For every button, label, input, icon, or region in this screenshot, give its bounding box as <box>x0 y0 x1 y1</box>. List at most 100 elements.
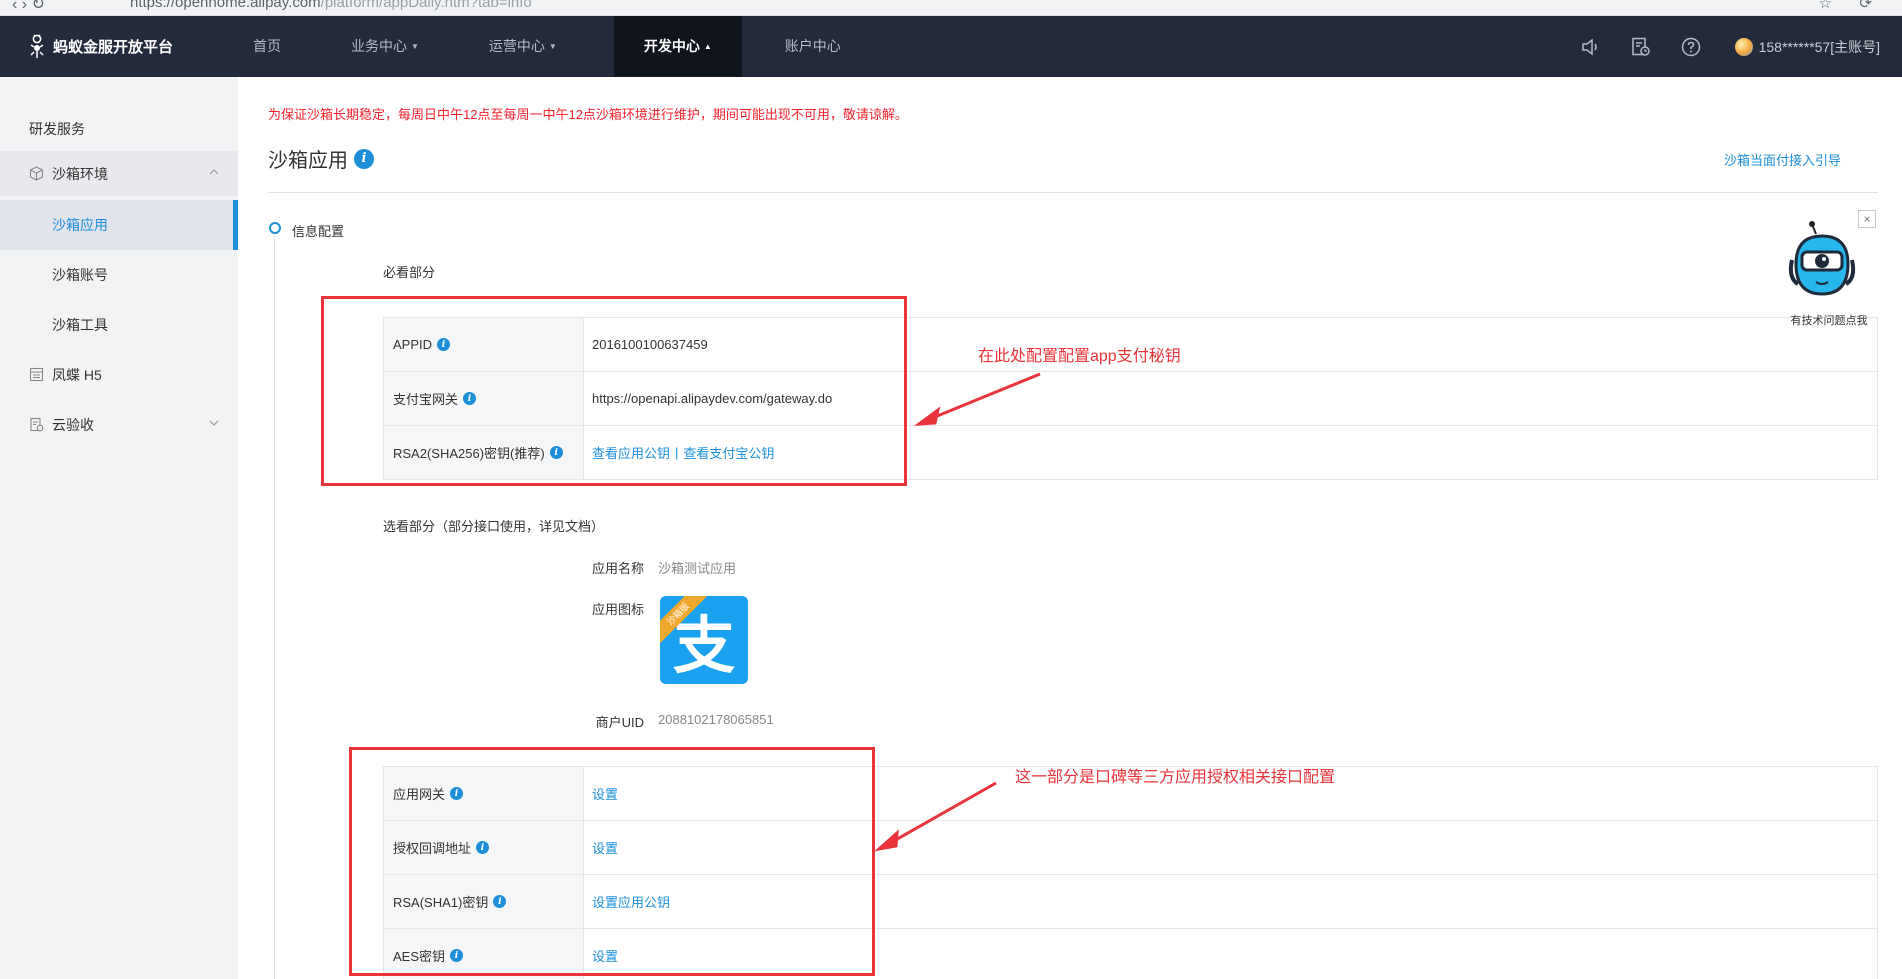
browser-menu-icon[interactable]: ⟳ <box>1859 0 1872 12</box>
optional-config-table: 应用网关 i 设置 授权回调地址 i 设置 RSA(SHA1)密钥 i 设置应用公钥 … <box>383 766 1878 979</box>
helper-caption: 有技术问题点我 <box>1790 315 1868 327</box>
ant-logo-icon <box>30 34 44 58</box>
alipay-app-icon: 支 沙箱版 <box>660 596 748 684</box>
sidebar-group-fengdie[interactable]: 凤蝶 H5 <box>0 352 238 397</box>
caret-up-icon: ▲ <box>703 42 712 51</box>
menu-home[interactable]: 首页 <box>240 16 294 77</box>
account-name: 158******57[主账号] <box>1758 38 1880 55</box>
view-alipay-public-key-link[interactable]: 查看支付宝公钥 <box>683 443 774 462</box>
row-value: 2016100100637459 <box>584 318 1877 371</box>
menu-account-center[interactable]: 账户中心 <box>772 16 854 77</box>
aes-key-label: AES密钥 <box>393 949 446 964</box>
info-icon[interactable]: i <box>437 338 451 351</box>
layout-icon <box>28 367 44 383</box>
sidebar-item-label: 沙箱工具 <box>52 317 108 333</box>
info-icon[interactable]: i <box>450 949 464 962</box>
app-gateway-label: 应用网关 <box>393 787 446 802</box>
set-aes-key-link[interactable]: 设置 <box>592 946 618 965</box>
row-key: APPID i <box>384 318 584 371</box>
menu-label: 业务中心 <box>351 38 407 54</box>
sandbox-guide-link[interactable]: 沙箱当面付接入引导 <box>1724 150 1841 169</box>
row-key: 应用网关 i <box>384 767 584 820</box>
rsa2-label: RSA2(SHA256)密钥(推荐) <box>393 446 545 461</box>
document-clock-icon[interactable] <box>1621 27 1661 67</box>
browser-nav-icons[interactable]: ‹ › ↻ <box>12 0 45 14</box>
divider <box>268 192 1878 193</box>
browser-url[interactable]: https://openhome.alipay.com/platform/app… <box>130 0 532 11</box>
merchant-uid-label: 商户UID <box>595 715 644 730</box>
merchant-uid-field: 商户UID 2088102178065851 <box>574 712 774 731</box>
row-key: 支付宝网关 i <box>384 372 584 425</box>
sidebar-item-sandbox-app[interactable]: 沙箱应用 <box>0 200 238 250</box>
annotation-note-third-party: 这一部分是口碑等三方应用授权相关接口配置 <box>1015 769 1336 786</box>
nav-tools: 158******57[主账号] <box>1571 16 1902 77</box>
sidebar-item-sandbox-tools[interactable]: 沙箱工具 <box>0 300 238 350</box>
sidebar-group-label: 沙箱环境 <box>52 165 108 182</box>
rsa-sha1-label: RSA(SHA1)密钥 <box>393 895 489 910</box>
bookmark-star-icon[interactable]: ☆ <box>1819 0 1832 12</box>
info-icon[interactable]: i <box>354 148 374 169</box>
table-row: RSA2(SHA256)密钥(推荐) i 查看应用公钥 | 查看支付宝公钥 <box>383 426 1878 480</box>
view-app-public-key-link[interactable]: 查看应用公钥 <box>592 443 670 462</box>
menu-label: 首页 <box>253 38 281 54</box>
info-icon[interactable]: i <box>476 841 490 854</box>
page: ‹ › ↻ https://openhome.alipay.com/platfo… <box>0 0 1902 979</box>
menu-dev-center[interactable]: 开发中心 ▲ <box>613 16 742 77</box>
info-icon[interactable]: i <box>463 392 477 405</box>
sidebar-group-cloud-acceptance[interactable]: 云验收 <box>0 402 238 447</box>
menu-business-center[interactable]: 业务中心 ▼ <box>338 16 432 77</box>
brand-logo[interactable]: 蚂蚁金服开放平台 <box>27 33 173 59</box>
sidebar-group-sandbox[interactable]: 沙箱环境 <box>0 151 238 196</box>
appid-value: 2016100100637459 <box>592 337 708 352</box>
sidebar-item-sandbox-account[interactable]: 沙箱账号 <box>0 250 238 300</box>
menu-label: 账户中心 <box>784 38 841 54</box>
chevron-down-icon <box>209 420 219 426</box>
chevron-up-icon <box>209 169 219 175</box>
table-row: RSA(SHA1)密钥 i 设置应用公钥 <box>383 875 1878 929</box>
app-name-field: 应用名称 沙箱测试应用 <box>574 558 736 577</box>
avatar <box>1734 37 1753 56</box>
support-helper-widget[interactable]: × 有技术问题点我 <box>1782 210 1876 330</box>
set-app-gateway-link[interactable]: 设置 <box>592 784 618 803</box>
app-icon-label: 应用图标 <box>591 602 644 617</box>
row-value: 查看应用公钥 | 查看支付宝公钥 <box>584 426 1877 479</box>
table-row: 支付宝网关 i https://openapi.alipaydev.com/gat… <box>383 372 1878 426</box>
app-icon-field: 应用图标 <box>574 599 658 618</box>
url-host: https://openhome.alipay.com <box>130 0 321 11</box>
sidebar: 研发服务 沙箱环境 沙箱应用 沙箱账号 沙箱工具 凤蝶 H5 云验收 <box>0 77 238 979</box>
row-value: 设置 <box>584 821 1877 874</box>
auth-callback-label: 授权回调地址 <box>393 841 472 856</box>
optional-section-title: 选看部分（部分接口使用，详见文档） <box>383 519 605 534</box>
row-value: https://openapi.alipaydev.com/gateway.do <box>584 372 1877 425</box>
page-title-text: 沙箱应用 <box>268 150 348 172</box>
menu-operation-center[interactable]: 运营中心 ▼ <box>476 16 570 77</box>
info-icon[interactable]: i <box>549 446 563 459</box>
required-section-title: 必看部分 <box>383 265 436 280</box>
robot-mascot-icon <box>1788 221 1856 296</box>
row-key: RSA(SHA1)密钥 i <box>384 875 584 928</box>
help-icon[interactable] <box>1671 27 1711 67</box>
speaker-icon[interactable] <box>1571 27 1611 67</box>
app-name-label: 应用名称 <box>591 561 644 576</box>
gateway-value: https://openapi.alipaydev.com/gateway.do <box>592 391 833 406</box>
top-navigation: 蚂蚁金服开放平台 首页 业务中心 ▼ 运营中心 ▼ 开发中心 ▲ 账户中心 158**… <box>0 16 1902 77</box>
info-icon[interactable]: i <box>493 895 507 908</box>
set-app-public-key-link[interactable]: 设置应用公钥 <box>592 892 670 911</box>
row-key: 授权回调地址 i <box>384 821 584 874</box>
row-key: RSA2(SHA256)密钥(推荐) i <box>384 426 584 479</box>
browser-address-bar: ‹ › ↻ https://openhome.alipay.com/platfo… <box>0 0 1902 16</box>
gateway-label: 支付宝网关 <box>393 392 459 407</box>
page-title: 沙箱应用 i <box>268 144 374 173</box>
timeline-line <box>274 236 275 979</box>
sidebar-item-label: 沙箱应用 <box>52 217 108 233</box>
caret-down-icon: ▼ <box>411 42 419 51</box>
checklist-icon <box>28 417 44 433</box>
user-account[interactable]: 158******57[主账号] <box>1734 37 1880 57</box>
url-path: /platform/appDaily.htm?tab=info <box>320 0 532 11</box>
set-auth-callback-link[interactable]: 设置 <box>592 838 618 857</box>
table-row: 授权回调地址 i 设置 <box>383 821 1878 875</box>
sidebar-title: 研发服务 <box>29 121 85 137</box>
row-value: 设置 <box>584 929 1877 979</box>
sidebar-group-label: 凤蝶 H5 <box>52 366 102 383</box>
info-icon[interactable]: i <box>450 787 464 800</box>
